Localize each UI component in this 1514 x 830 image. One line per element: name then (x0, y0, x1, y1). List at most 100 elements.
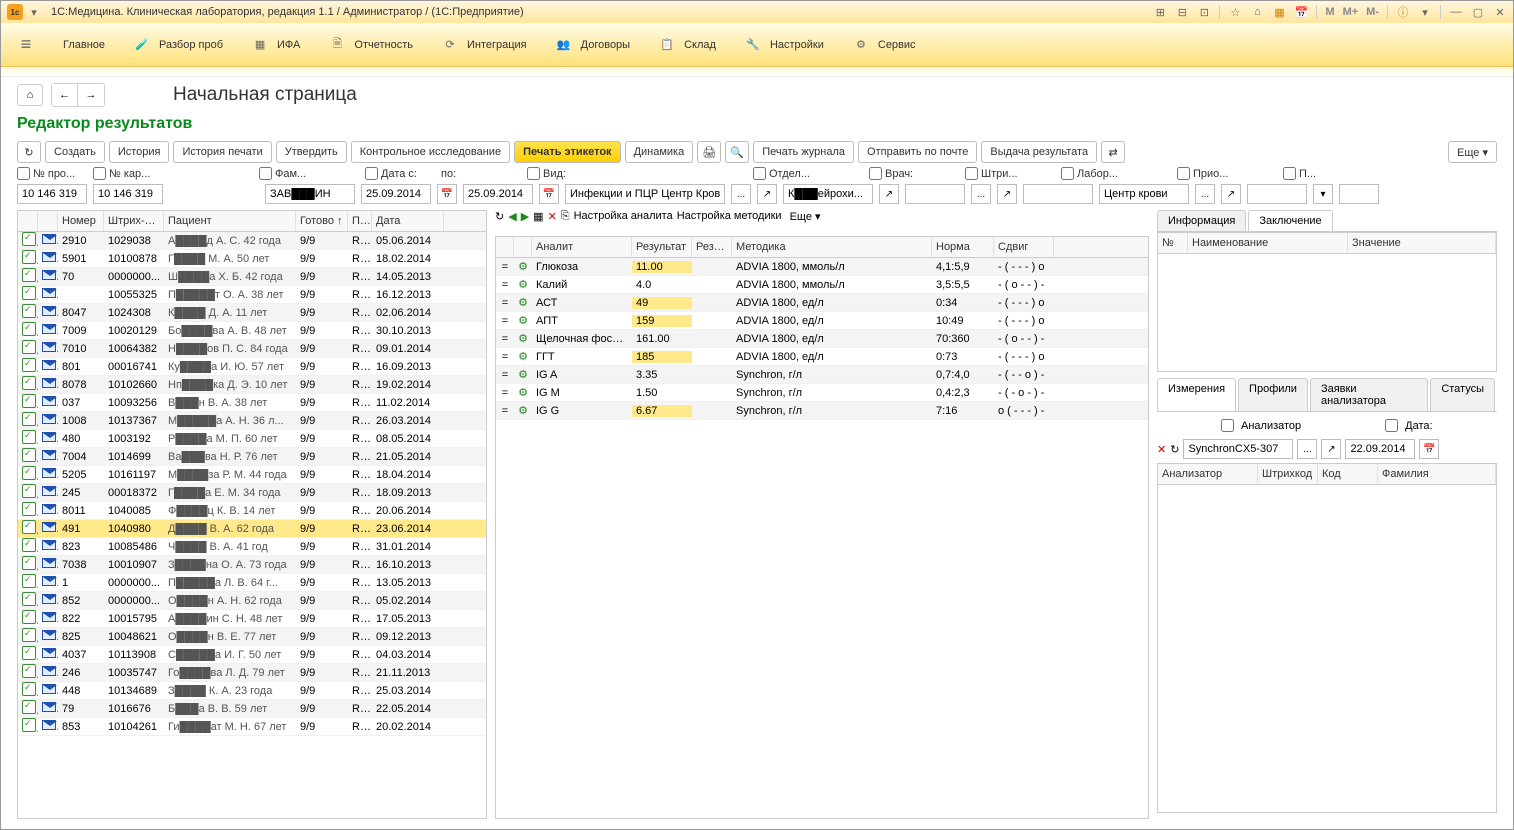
table-row[interactable]: 80100016741Ку████а И. Ю. 57 лет9/9R...16… (18, 358, 486, 376)
home-icon[interactable]: ⌂ (1250, 5, 1264, 19)
date-check[interactable] (1385, 419, 1398, 432)
table-row[interactable]: 82510048621О████н В. Е. 77 лет9/9R...09.… (18, 628, 486, 646)
tab-info[interactable]: Информация (1157, 210, 1246, 231)
open-icon[interactable]: ↗ (1321, 439, 1341, 459)
table-row[interactable]: 80471024308К████ Д. А. 11 лет9/9R...02.0… (18, 304, 486, 322)
table-row[interactable]: =⚙Щелочная фосф...161.00ADVIA 1800, ед/л… (496, 330, 1148, 348)
more-button[interactable]: Еще ▾ (1448, 141, 1497, 163)
table-row[interactable]: 10000000...П█████а Л. В. 64 г...9/9R...1… (18, 574, 486, 592)
nav-fwd-button[interactable]: → (78, 84, 104, 106)
info-icon[interactable]: ⓘ (1396, 5, 1410, 19)
calendar-icon[interactable]: 📅 (1419, 439, 1439, 459)
table-row[interactable]: 403710113908С█████а И. Г. 50 лет9/9R...0… (18, 646, 486, 664)
filter-shtri-check[interactable] (965, 167, 978, 180)
filter-otdel-check[interactable] (753, 167, 766, 180)
table-row[interactable]: =⚙IG A3.35Synchron, г/л0,7:4,0- ( - - o … (496, 366, 1148, 384)
table-row[interactable]: =⚙АПТ159ADVIA 1800, ед/л10:49- ( - - - )… (496, 312, 1148, 330)
menu-ifa[interactable]: ▦ИФА (251, 36, 300, 54)
calendar-icon[interactable]: 📅 (437, 184, 457, 204)
nav-back-button[interactable]: ← (52, 84, 78, 106)
grid-button[interactable]: ▦ (533, 210, 543, 232)
table-row[interactable]: 24610035747Го████ва Л. Д. 79 лет9/9R...2… (18, 664, 486, 682)
m-plus-button[interactable]: M+ (1343, 6, 1359, 18)
maximize-icon[interactable]: ▢ (1471, 5, 1485, 19)
otdel-input[interactable] (783, 184, 873, 204)
table-row[interactable]: 80111040085Ф████ц К. В. 14 лет9/9R...20.… (18, 502, 486, 520)
dropdown-icon[interactable]: ▾ (1313, 184, 1333, 204)
analyzer-input[interactable] (1183, 439, 1293, 459)
table-row[interactable]: 4911040980Д████ В. А. 62 года9/9R...23.0… (18, 520, 486, 538)
refresh-button[interactable]: ↻ (17, 141, 41, 163)
datefrom-input[interactable] (361, 184, 431, 204)
table-row[interactable]: 10055325П█████т О. А. 38 лет9/9R...16.12… (18, 286, 486, 304)
table-row[interactable]: 82210015795А████ин С. Н. 48 лет9/9R...17… (18, 610, 486, 628)
more-icon[interactable]: ... (1297, 439, 1317, 459)
print-labels-button[interactable]: Печать этикеток (514, 141, 620, 163)
prev-button[interactable]: ◀ (508, 210, 516, 232)
table-row[interactable]: =⚙IG G6.67Synchron, г/л7:16o ( - - - ) - (496, 402, 1148, 420)
filter-numpro-check[interactable] (17, 167, 30, 180)
tab-zakl[interactable]: Заключение (1248, 210, 1332, 231)
shtri-input[interactable] (1023, 184, 1093, 204)
table-row[interactable]: 03710093256В███н В. А. 38 лет9/9R...11.0… (18, 394, 486, 412)
menu-settings[interactable]: 🔧Настройки (744, 36, 824, 54)
fam-input[interactable] (265, 184, 355, 204)
filter-prio-check[interactable] (1177, 167, 1190, 180)
nav-home-button[interactable]: ⌂ (17, 84, 43, 106)
table-row[interactable]: 520510161197М████за Р. М. 44 года9/9R...… (18, 466, 486, 484)
open-icon[interactable]: ↗ (1221, 184, 1241, 204)
next-button[interactable]: ▶ (521, 210, 529, 232)
filter-numkar-check[interactable] (93, 167, 106, 180)
filter-p-check[interactable] (1283, 167, 1296, 180)
numpro-input[interactable] (17, 184, 87, 204)
p-input[interactable] (1339, 184, 1379, 204)
tab-prof[interactable]: Профили (1238, 378, 1308, 411)
delete-button[interactable]: ✕ (1157, 443, 1166, 456)
table-row[interactable]: =⚙IG M1.50Synchron, г/л0,4:2,3- ( - o - … (496, 384, 1148, 402)
preview-button[interactable]: 🔍 (725, 141, 749, 163)
prio-input[interactable] (1247, 184, 1307, 204)
tab-stat[interactable]: Статусы (1430, 378, 1495, 411)
calendar-icon[interactable]: 📅 (539, 184, 559, 204)
copy-button[interactable]: ⎘ (561, 210, 570, 232)
table-row[interactable]: 82310085486Ч████ В. А. 41 год9/9R...31.0… (18, 538, 486, 556)
tool-icon[interactable]: ⊡ (1197, 5, 1211, 19)
control-button[interactable]: Контрольное исследование (351, 141, 510, 163)
analyzer-check[interactable] (1221, 419, 1234, 432)
table-row[interactable]: 701010064382Н████ов П. С. 84 года9/9R...… (18, 340, 486, 358)
menu-contracts[interactable]: 👥Договоры (555, 36, 630, 54)
send-mail-button[interactable]: Отправить по почте (858, 141, 977, 163)
menu-razbor[interactable]: 🧪Разбор проб (133, 36, 223, 54)
table-row[interactable]: 590110100878Г████ М. А. 50 лет9/9R...18.… (18, 250, 486, 268)
refresh-button[interactable]: ↻ (495, 210, 504, 232)
tab-izm[interactable]: Измерения (1157, 378, 1236, 411)
table-row[interactable]: 700910020129Бо████ва А. В. 48 лет9/9R...… (18, 322, 486, 340)
patients-grid-body[interactable]: 29101029038А████д А. С. 42 года9/9R...05… (18, 232, 486, 818)
dropdown-icon[interactable]: ▾ (27, 5, 41, 19)
table-row[interactable]: 24500018372Г████а Е. М. 34 года9/9R...18… (18, 484, 486, 502)
results-grid-body[interactable]: =⚙Глюкоза11.00ADVIA 1800, ммоль/л4,1:5,9… (496, 258, 1148, 818)
burger-icon[interactable]: ≡ (17, 36, 35, 54)
table-row[interactable]: 791016676Б███а В. В. 59 лет9/9R...22.05.… (18, 700, 486, 718)
swap-button[interactable]: ⇄ (1101, 141, 1125, 163)
tool-icon[interactable]: ⊞ (1153, 5, 1167, 19)
table-row[interactable]: 807810102660Нп████ка Д. Э. 10 лет9/9R...… (18, 376, 486, 394)
filter-vid-check[interactable] (527, 167, 540, 180)
create-button[interactable]: Создать (45, 141, 105, 163)
more-button[interactable]: Еще ▾ (790, 210, 821, 232)
issue-result-button[interactable]: Выдача результата (981, 141, 1097, 163)
menu-main[interactable]: Главное (63, 39, 105, 51)
star-icon[interactable]: ☆ (1228, 5, 1242, 19)
table-row[interactable]: 4801003192Р████а М. П. 60 лет9/9R...08.0… (18, 430, 486, 448)
dateto-input[interactable] (463, 184, 533, 204)
history-print-button[interactable]: История печати (173, 141, 271, 163)
date-input[interactable] (1345, 439, 1415, 459)
calendar-icon[interactable]: 📅 (1294, 5, 1308, 19)
table-row[interactable]: =⚙АСТ49ADVIA 1800, ед/л0:34- ( - - - ) o (496, 294, 1148, 312)
delete-button[interactable]: ✕ (548, 210, 557, 232)
close-icon[interactable]: ✕ (1493, 5, 1507, 19)
table-row[interactable]: =⚙Глюкоза11.00ADVIA 1800, ммоль/л4,1:5,9… (496, 258, 1148, 276)
approve-button[interactable]: Утвердить (276, 141, 347, 163)
menu-service[interactable]: ⚙Сервис (852, 36, 916, 54)
menu-reports[interactable]: 🗎Отчетность (328, 36, 413, 54)
